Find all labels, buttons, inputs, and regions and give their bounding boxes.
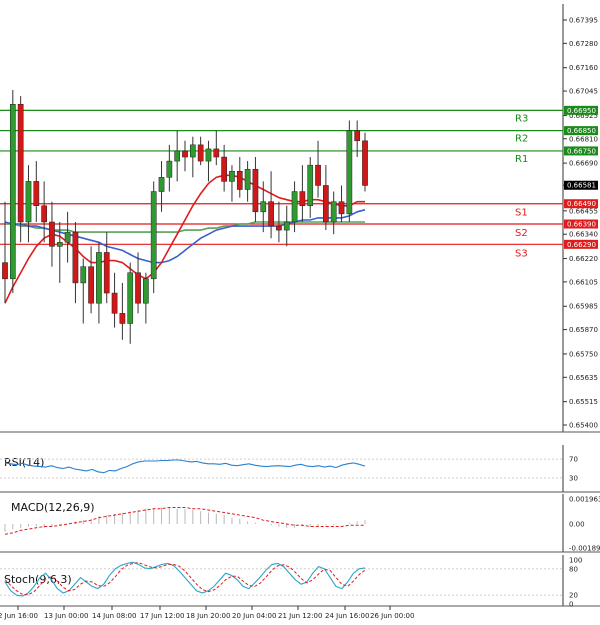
x-tick-label: 2 Jun 16:00 [0,612,38,620]
rsi-tick-label: 70 [569,456,578,464]
candle-bearish [182,150,188,158]
stoch-tick-label: 100 [569,557,582,565]
x-tick-label: 18 Jun 20:00 [186,612,230,620]
candle-bullish [143,278,149,304]
y-tick-label: 0.65515 [569,398,598,406]
level-price-label: 0.66950 [567,107,596,115]
candle-bearish [323,185,329,223]
candle-bullish [260,201,267,213]
candle-bearish [315,164,321,186]
rsi-title: RSI(14) [4,456,44,469]
macd-tick-label: -0.001893 [569,545,600,553]
y-tick-label: 0.65985 [569,303,598,311]
current-price-label: 0.66581 [567,182,596,190]
stoch-tick-label: 0 [569,601,573,609]
candle-bearish [17,103,24,223]
candle-bullish [189,144,196,158]
x-tick-label: 24 Jun 16:00 [325,612,369,620]
y-tick-label: 0.65400 [569,422,598,430]
level-price-label: 0.66750 [567,147,596,155]
y-tick-label: 0.67280 [569,40,598,48]
candle-bearish [362,140,368,186]
level-price-label: 0.66390 [567,221,596,229]
candle-bearish [88,266,94,304]
y-tick-label: 0.66340 [569,231,598,239]
candle-bullish [150,191,157,280]
candle-bullish [127,272,134,324]
stoch-tick-label: 20 [569,592,578,600]
x-tick-label: 13 Jun 00:00 [44,612,88,620]
candle-bearish [103,252,110,294]
y-tick-label: 0.66455 [569,207,598,215]
candle-bearish [119,313,126,324]
macd-tick-label: 0.00 [569,521,585,529]
candle-bullish [174,150,181,162]
level-label-s1: S1 [515,208,528,219]
x-tick-label: 26 Jun 00:00 [370,612,414,620]
candle-bearish [135,272,141,304]
candle-bearish [33,181,40,207]
y-tick-label: 0.65635 [569,374,598,382]
stoch-tick-label: 80 [569,565,578,573]
macd-title: MACD(12,26,9) [11,501,95,514]
candle-bearish [236,170,243,190]
y-tick-label: 0.65870 [569,326,598,334]
y-tick-label: 0.66105 [569,278,598,286]
candle-bearish [197,144,204,162]
candle-bullish [307,164,314,207]
x-tick-label: 21 Jun 12:00 [278,612,322,620]
level-label-r2: R2 [515,134,528,145]
candle-bullish [166,160,173,178]
candle-bearish [72,231,79,284]
candle-bearish [41,205,47,223]
rsi-tick-label: 30 [569,474,578,482]
chart-background [0,0,600,625]
y-tick-label: 0.67395 [569,17,598,25]
x-tick-label: 17 Jun 12:00 [140,612,184,620]
x-tick-label: 20 Jun 04:00 [232,612,276,620]
x-tick-label: 14 Jun 08:00 [92,612,136,620]
chart-container: 0.673950.672800.671600.670450.669250.668… [0,0,600,625]
y-tick-label: 0.67160 [569,64,598,72]
level-label-r1: R1 [515,154,528,165]
candle-bullish [205,148,212,162]
candle-bullish [229,170,235,182]
candle-bullish [346,130,353,215]
y-tick-label: 0.65750 [569,350,598,358]
candle-bearish [49,221,55,247]
level-label-s2: S2 [515,228,528,239]
level-label-s3: S3 [515,248,528,259]
level-price-label: 0.66290 [567,241,596,249]
level-price-label: 0.66490 [567,200,596,208]
candle-bullish [244,168,251,190]
candle-bearish [2,262,8,280]
candle-bearish [221,156,227,182]
y-tick-label: 0.66220 [569,255,598,263]
candle-bullish [158,177,165,192]
candle-bullish [64,231,71,243]
macd-tick-label: 0.001963 [569,496,600,504]
level-label-r3: R3 [515,113,528,124]
candle-bullish [25,181,32,223]
candle-bearish [299,191,306,207]
candle-bearish [338,201,345,215]
candle-bearish [111,292,118,314]
candle-bullish [96,252,102,304]
candle-bullish [80,266,87,284]
candle-bullish [330,201,337,223]
y-tick-label: 0.66810 [569,135,598,143]
candle-bearish [268,201,274,227]
stoch-title: Stoch(9,6,3) [4,573,72,586]
candle-bearish [213,148,220,158]
candle-bullish [283,221,290,231]
candle-bearish [276,225,282,231]
candle-bullish [9,103,16,280]
candle-bearish [354,130,361,142]
candle-bullish [56,242,63,247]
y-tick-label: 0.67045 [569,88,598,96]
candle-bearish [252,168,259,213]
candle-bullish [291,191,298,223]
y-tick-label: 0.66690 [569,160,598,168]
level-price-label: 0.66850 [567,127,596,135]
